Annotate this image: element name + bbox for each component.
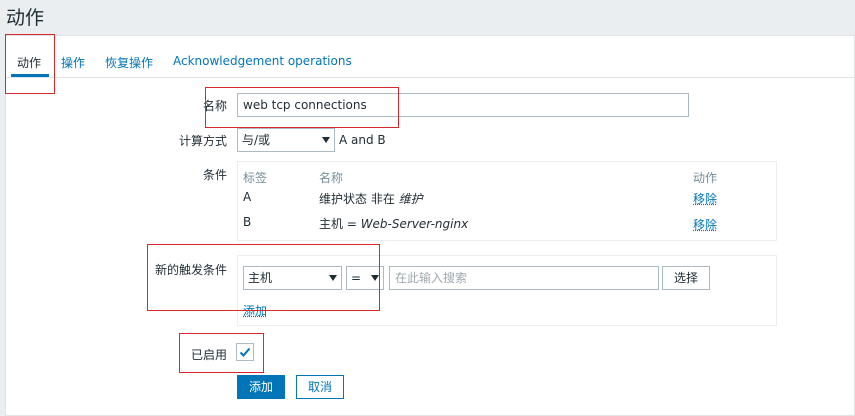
condition-row-b-label: B (243, 215, 252, 229)
condition-type-select-value: 主机 (248, 271, 273, 285)
condition-operator-select[interactable]: = (346, 266, 384, 290)
tab-bar: 动作 操作 恢复操作 Acknowledgement operations (6, 36, 854, 78)
condition-type-select[interactable]: 主机 (243, 266, 342, 290)
chevron-down-icon (329, 275, 337, 281)
enabled-label: 已启用 (191, 348, 228, 362)
cancel-button[interactable]: 取消 (296, 375, 344, 399)
active-tab-indicator (11, 74, 49, 77)
condition-operator-select-value: = (351, 271, 362, 285)
tab-action[interactable]: 动作 (17, 54, 41, 71)
calculation-select[interactable]: 与/或 (237, 128, 335, 152)
condition-row-a-label: A (243, 190, 252, 204)
condition-row-b-remove-link[interactable]: 移除 (693, 216, 717, 233)
chevron-down-icon (371, 275, 379, 281)
conditions-label: 条件 (203, 168, 228, 182)
tab-recovery-operations[interactable]: 恢复操作 (105, 54, 153, 71)
conditions-table: 标签 名称 动作 A 维护状态 非在 维护 移除 B 主机 = Web-Serv… (237, 161, 777, 241)
conditions-header-label: 标签 (243, 171, 268, 185)
calculation-formula: A and B (339, 133, 386, 147)
page-title: 动作 (6, 7, 45, 29)
checkmark-icon (239, 347, 251, 357)
tab-operations[interactable]: 操作 (61, 54, 85, 71)
new-condition-label: 新的触发条件 (155, 263, 228, 277)
add-condition-link[interactable]: 添加 (243, 302, 267, 319)
calculation-select-value: 与/或 (242, 133, 271, 147)
condition-select-button[interactable]: 选择 (662, 266, 710, 290)
name-input[interactable] (237, 93, 689, 117)
conditions-header-name: 名称 (319, 171, 344, 185)
name-label: 名称 (203, 99, 228, 113)
condition-search-input[interactable] (389, 266, 659, 290)
conditions-header-action: 动作 (693, 171, 718, 185)
condition-row-a-name: 维护状态 非在 维护 (319, 192, 423, 206)
new-condition-box: 主机 = 选择 添加 (237, 255, 777, 326)
condition-row-a-remove-link[interactable]: 移除 (693, 190, 717, 207)
chevron-down-icon (322, 137, 330, 143)
add-button[interactable]: 添加 (237, 375, 285, 399)
enabled-checkbox[interactable] (236, 343, 254, 361)
tab-acknowledgement-operations[interactable]: Acknowledgement operations (173, 54, 352, 68)
calculation-label: 计算方式 (179, 134, 228, 148)
condition-row-b-name: 主机 = Web-Server-nginx (319, 217, 469, 231)
